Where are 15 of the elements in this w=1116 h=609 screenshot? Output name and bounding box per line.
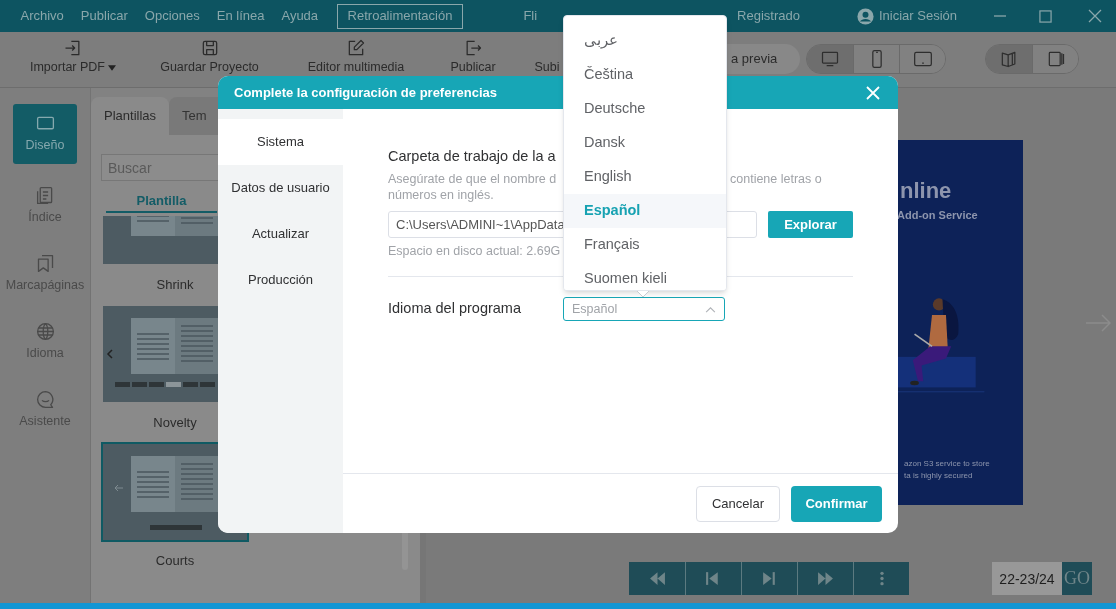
page-caption: azon S3 service to store [904, 458, 990, 470]
disk-space-text: Espacio en disco actual: 2.69G [388, 243, 561, 259]
app-title: Registrado [737, 7, 800, 26]
hint-text: Asegúrate de que el nombre d [388, 172, 557, 186]
hint-text: números en inglés. [388, 187, 495, 203]
language-label: Idioma del programa [388, 299, 522, 319]
folder-label: Carpeta de trabajo de la a [388, 147, 557, 166]
template-name: Shrink [155, 276, 195, 294]
page-subheading: Add-on Service [897, 208, 978, 223]
template-name: Novelty [152, 414, 198, 432]
template-name: Courts [154, 552, 196, 570]
page-caption: ta is highly secured [904, 470, 973, 482]
app-title: Fli [523, 7, 538, 26]
page-heading: nline [900, 177, 952, 205]
hint-text: contiene letras o [730, 171, 822, 187]
